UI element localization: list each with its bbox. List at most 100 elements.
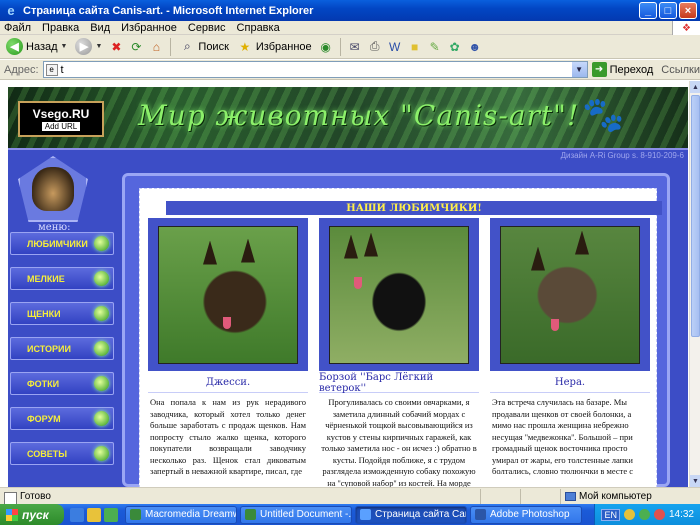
counter-subtitle: Add URL [41,122,81,131]
menu-edit[interactable]: Правка [42,22,79,34]
clock[interactable]: 14:32 [669,509,694,520]
scroll-thumb[interactable] [691,95,700,337]
dog-tongue-shape [551,318,559,331]
task-photoshop[interactable]: Adobe Photoshop [470,505,582,524]
window-titlebar[interactable]: e Страница сайта Canis-art. - Microsoft … [0,0,700,21]
toolbar-separator [170,37,172,56]
vertical-scrollbar[interactable]: ▲ ▼ [689,81,700,487]
browser-toolbar: ◀ Назад ▼ ▶ ▼ ✖ ⟳ ⌂ ⌕ Поиск ★ Избранное … [0,35,700,59]
tray-icon[interactable] [638,509,650,520]
security-zone: Мой компьютер [560,488,700,504]
links-button[interactable]: Ссылки [661,64,700,76]
photoshop-icon [475,509,486,520]
edit-icon[interactable]: W [387,39,403,55]
maximize-button[interactable]: □ [659,2,677,19]
folder-quick-icon[interactable] [87,507,101,522]
dog-ear-shape [203,240,217,265]
menu-item-label: СОВЕТЫ [27,448,68,459]
menu-item-puppies[interactable]: ЩЕНКИ [10,302,114,325]
dog-emblem [18,156,88,222]
ie-icon: e [7,3,15,18]
counter-badge[interactable]: Vsego.RU Add URL [18,101,104,137]
task-dreamweaver[interactable]: Macromedia Dreamw... [125,505,237,524]
menu-item-tips[interactable]: СОВЕТЫ [10,442,114,465]
menu-help[interactable]: Справка [237,22,280,34]
back-dropdown-icon[interactable]: ▼ [61,43,68,50]
menu-view[interactable]: Вид [90,22,110,34]
address-label: Адрес: [4,63,39,76]
gem-icon [94,271,109,286]
menu-item-stories[interactable]: ИСТОРИИ [10,337,114,360]
start-label: пуск [22,507,49,522]
stop-icon[interactable]: ✖ [108,39,124,55]
forward-button[interactable]: ▶ ▼ [73,37,104,57]
site-menu: ЛЮБИМЧИКИ МЕЛКИЕ ЩЕНКИ ИСТОРИИ ФОТКИ ФОР… [10,232,114,477]
windows-logo-icon: ❖ [672,21,700,35]
menu-item-photos[interactable]: ФОТКИ [10,372,114,395]
task-untitled-document[interactable]: Untitled Document -... [240,505,352,524]
menu-item-label: ИСТОРИИ [27,343,71,354]
media-icon[interactable]: ◉ [318,39,334,55]
back-button[interactable]: ◀ Назад ▼ [4,37,69,57]
address-value: t [60,63,64,76]
print-icon[interactable]: ⎙ [367,39,383,55]
back-arrow-icon: ◀ [6,38,23,55]
menu-file[interactable]: Файл [4,22,31,34]
pet-photo-bars[interactable] [329,225,469,364]
go-button[interactable]: ➜ Переход [591,62,653,77]
favorites-button[interactable]: ★ Избранное [235,37,314,57]
messenger-icon[interactable]: ✿ [447,39,463,55]
language-indicator[interactable]: EN [601,508,620,521]
search-button[interactable]: ⌕ Поиск [177,37,230,57]
discuss-icon[interactable]: ■ [407,39,423,55]
menu-item-forum[interactable]: ФОРУМ [10,407,114,430]
menu-item-label: МЕЛКИЕ [27,273,65,284]
tray-icon[interactable] [623,509,635,520]
design-credit: Дизайн А-Ri Group s. 8-910-209-6 [560,151,684,160]
favorites-button-label: Избранное [255,40,312,53]
zone-label: Мой компьютер [579,490,652,502]
gem-icon [94,446,109,461]
content-frame: НАШИ ЛЮБИМЧИКИ! Джесси. Борзой ''Барс Лё… [139,188,662,487]
pet-photo-nera[interactable] [500,225,640,364]
pet-photo-cell [319,218,479,371]
research-icon[interactable]: ✎ [427,39,443,55]
menu-item-favorites[interactable]: ЛЮБИМЧИКИ [10,232,114,255]
address-input[interactable]: e t ▼ [42,61,588,78]
web-page: Vsego.RU Add URL Мир животных "Canis-art… [8,87,688,487]
scroll-up-icon[interactable]: ▲ [690,81,700,93]
menu-item-label: ФОРУМ [27,413,61,424]
pet-photo-jessie[interactable] [158,225,298,364]
dog-ear-shape [575,230,589,255]
start-button[interactable]: пуск [0,504,64,525]
counter-title: Vsego.RU [32,107,90,121]
paw-icon: 🐾 [582,96,625,134]
close-button[interactable]: × [679,2,697,19]
back-button-label: Назад [26,40,58,53]
mail-icon[interactable]: ✉ [347,39,363,55]
task-label: Untitled Document -... [260,509,352,520]
home-icon[interactable]: ⌂ [148,39,164,55]
forward-dropdown-icon[interactable]: ▼ [95,43,102,50]
menu-favorites[interactable]: Избранное [121,22,177,34]
minimize-button[interactable]: _ [639,2,657,19]
left-column: меню: ЛЮБИМЧИКИ МЕЛКИЕ ЩЕНКИ ИСТОРИИ ФОТ… [8,152,118,487]
dog-ear-shape [364,232,378,257]
dog-tongue-shape [223,316,231,329]
quick-launch [70,507,118,522]
address-dropdown-icon[interactable]: ▼ [571,62,587,77]
refresh-icon[interactable]: ⟳ [128,39,144,55]
menu-item-small[interactable]: МЕЛКИЕ [10,267,114,290]
gem-icon [94,411,109,426]
menu-tools[interactable]: Сервис [188,22,226,34]
content-panel: НАШИ ЛЮБИМЧИКИ! Джесси. Борзой ''Барс Лё… [122,173,670,487]
scroll-down-icon[interactable]: ▼ [690,475,700,487]
window-controls: _ □ × [639,2,697,19]
gem-icon [94,236,109,251]
tray-icon[interactable] [653,509,665,520]
users-icon[interactable]: ☻ [467,39,483,55]
ie-quick-icon[interactable] [70,507,84,522]
task-ie-page[interactable]: Страница сайта Can... [355,505,467,524]
desktop-quick-icon[interactable] [104,507,118,522]
pet-photo-cell [490,218,650,371]
